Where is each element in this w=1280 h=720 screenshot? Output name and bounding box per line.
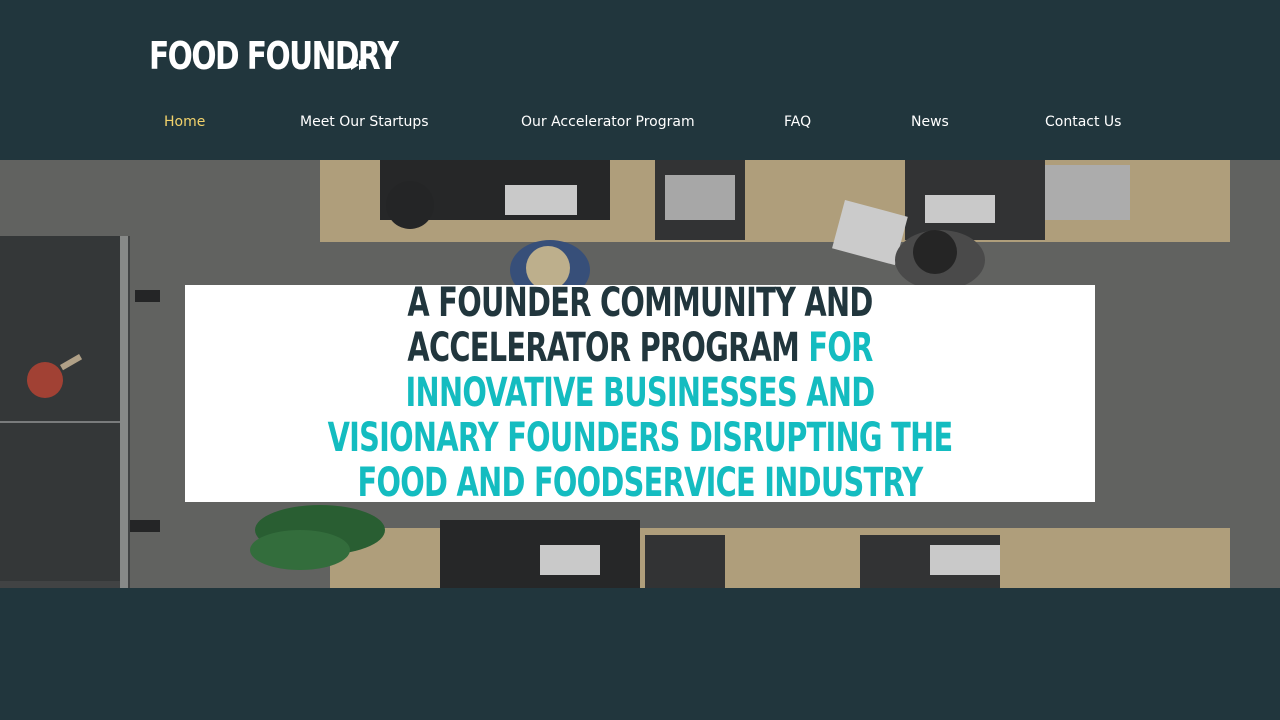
site-header: FOOD FOUNDRY Home Meet Our Startups Our … (0, 0, 1280, 160)
fast-forward-icon (351, 60, 367, 70)
nav-item-meet-our-startups[interactable]: Meet Our Startups (300, 112, 429, 132)
nav-item-home[interactable]: Home (164, 112, 205, 132)
nav-item-contact-us[interactable]: Contact Us (1045, 112, 1121, 132)
headline-dark-text: A FOUNDER COMMUNITY AND ACCELERATOR PROG… (407, 280, 873, 371)
main-nav: Home Meet Our Startups Our Accelerator P… (0, 112, 1280, 134)
nav-item-accelerator-program[interactable]: Our Accelerator Program (521, 112, 695, 132)
page-footer-band (0, 588, 1280, 720)
site-logo[interactable]: FOOD FOUNDRY (149, 36, 468, 76)
hero-headline-box: A FOUNDER COMMUNITY AND ACCELERATOR PROG… (185, 281, 1095, 506)
hero-headline: A FOUNDER COMMUNITY AND ACCELERATOR PROG… (316, 281, 964, 506)
nav-item-faq[interactable]: FAQ (784, 112, 811, 132)
nav-item-news[interactable]: News (911, 112, 949, 132)
